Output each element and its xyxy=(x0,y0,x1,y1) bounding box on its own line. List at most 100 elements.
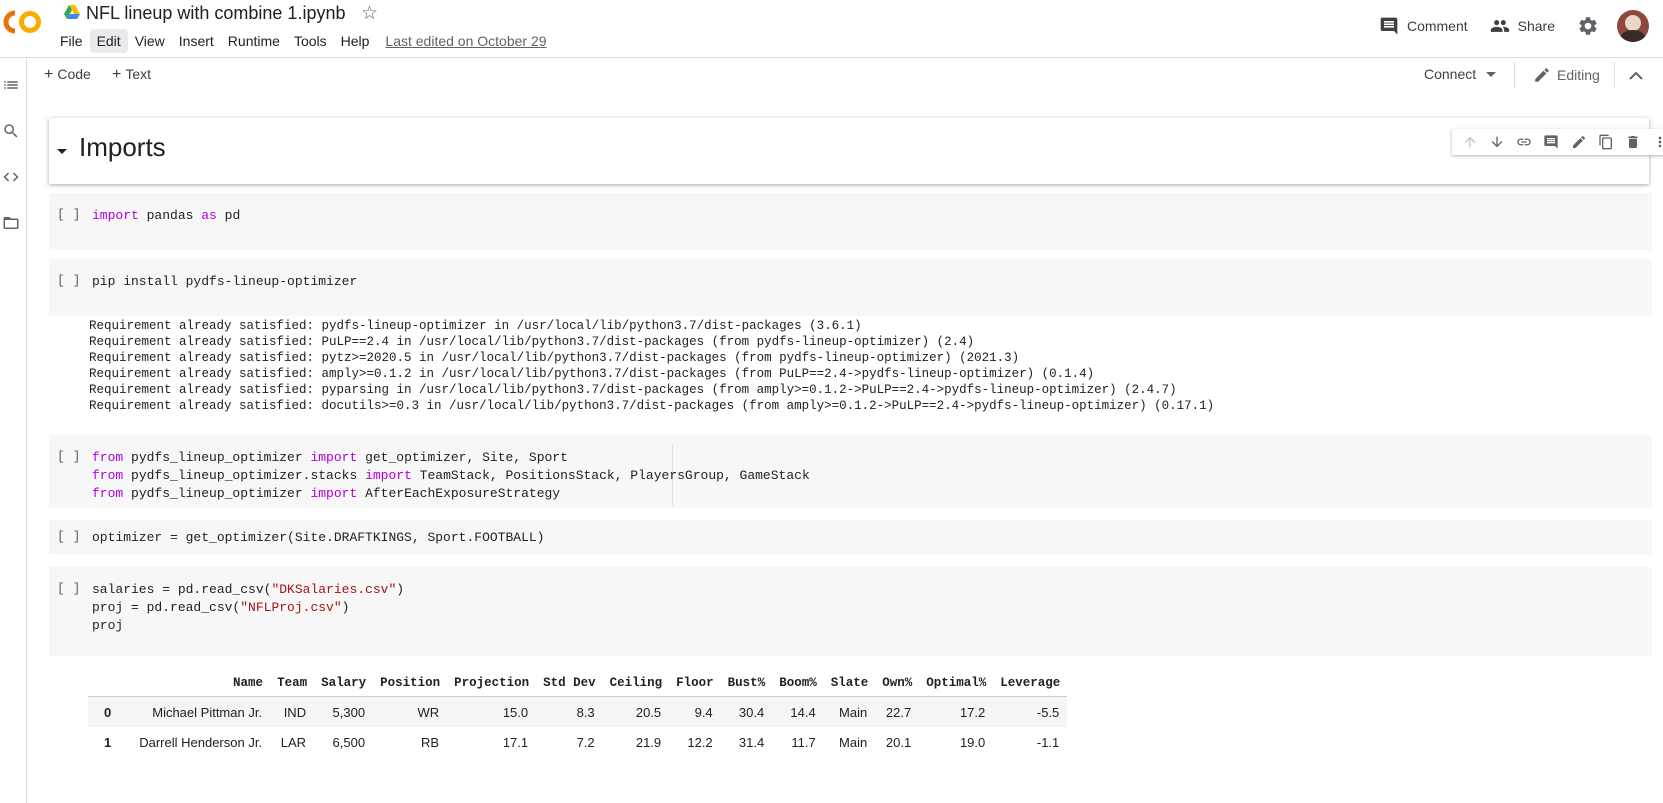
column-header: Floor xyxy=(669,669,721,697)
editing-label: Editing xyxy=(1557,67,1600,83)
run-cell-button[interactable]: [ ] xyxy=(57,581,80,596)
table-row: 1 Darrell Henderson Jr. LAR 6,500 RB 17.… xyxy=(88,727,1067,757)
column-header: Projection xyxy=(447,669,537,697)
last-edited-link[interactable]: Last edited on October 29 xyxy=(385,33,546,49)
code-editor[interactable]: pip install pydfs-lineup-optimizer xyxy=(92,273,357,291)
keyword: from xyxy=(92,450,124,465)
run-cell-button[interactable]: [ ] xyxy=(57,529,80,544)
menu-insert[interactable]: Insert xyxy=(172,29,221,53)
run-cell-button[interactable]: [ ] xyxy=(57,273,80,288)
share-button[interactable]: Share xyxy=(1490,16,1555,36)
output-line: Requirement already satisfied: amply>=0.… xyxy=(89,367,1095,381)
table-cell: RB xyxy=(421,734,440,750)
table-cell: 17.1 xyxy=(502,734,529,750)
folder-icon[interactable] xyxy=(2,214,20,232)
code-cell-2[interactable]: [ ] pip install pydfs-lineup-optimizer xyxy=(49,259,1652,316)
pencil-icon[interactable] xyxy=(1571,134,1587,150)
table-cell: 30.4 xyxy=(720,696,773,727)
column-header: Position xyxy=(373,669,448,697)
table-cell: 6,500 xyxy=(332,734,366,750)
code-editor[interactable]: optimizer = get_optimizer(Site.DRAFTKING… xyxy=(92,529,544,547)
add-text-button[interactable]: + Text xyxy=(112,66,151,84)
cell-toolbar xyxy=(1452,129,1663,155)
code-cell-3[interactable]: [ ] from pydfs_lineup_optimizer import g… xyxy=(49,435,1652,508)
menu-help[interactable]: Help xyxy=(334,29,377,53)
gear-icon[interactable] xyxy=(1577,15,1599,37)
star-icon[interactable]: ☆ xyxy=(361,2,378,25)
code-line: optimizer = get_optimizer(Site.DRAFTKING… xyxy=(92,530,545,545)
table-cell: Darrell Henderson Jr. xyxy=(139,734,263,750)
table-cell: WR xyxy=(373,696,448,727)
top-right-actions: Comment Share xyxy=(1379,10,1663,42)
column-header: Name xyxy=(131,669,271,697)
notebook-title[interactable]: NFL lineup with combine 1.ipynb xyxy=(86,3,345,24)
table-cell: 12.2 xyxy=(687,734,713,750)
keyword: from xyxy=(92,468,124,483)
comment-button[interactable]: Comment xyxy=(1379,16,1468,36)
notebook-content: Imports [ ] import pandas as pd [ ] pip … xyxy=(27,92,1663,803)
output-line: Requirement already satisfied: pytz>=202… xyxy=(89,351,1020,365)
plus-icon: + xyxy=(112,66,122,83)
column-header: Team xyxy=(270,669,315,697)
menu-edit[interactable]: Edit xyxy=(89,29,128,53)
table-cell: -5.5 xyxy=(993,696,1068,727)
keyword: from xyxy=(92,486,124,501)
menu-runtime[interactable]: Runtime xyxy=(221,29,287,53)
string-literal: "NFLProj.csv" xyxy=(240,600,342,615)
run-cell-button[interactable]: [ ] xyxy=(57,207,80,222)
code-editor[interactable]: import pandas as pd xyxy=(92,207,240,225)
table-cell: Main xyxy=(823,696,876,727)
table-cell: 15.0 xyxy=(447,696,537,727)
connect-button[interactable]: Connect xyxy=(1424,66,1497,82)
divider xyxy=(1614,62,1615,88)
table-cell: 8.3 xyxy=(536,696,603,727)
menu-bar: File Edit View Insert Runtime Tools Help… xyxy=(53,29,547,53)
table-cell: 21.9 xyxy=(635,734,662,750)
colab-logo-icon[interactable] xyxy=(2,6,46,38)
code-line: proj = pd.read_csv("NFLProj.csv") xyxy=(92,600,350,615)
avatar[interactable] xyxy=(1617,10,1649,42)
connect-label: Connect xyxy=(1424,66,1477,82)
output-line: Requirement already satisfied: pyparsing… xyxy=(89,383,1177,397)
menu-view[interactable]: View xyxy=(128,29,172,53)
column-header: Own% xyxy=(875,669,920,697)
row-index: 0 xyxy=(88,696,132,727)
table-cell: 9.4 xyxy=(669,696,721,727)
index-header xyxy=(88,669,132,697)
menu-file[interactable]: File xyxy=(53,29,90,53)
table-cell: 31.4 xyxy=(738,734,765,750)
copy-icon[interactable] xyxy=(1598,134,1614,150)
text-cell-imports[interactable]: Imports xyxy=(49,118,1663,184)
code-editor[interactable]: salaries = pd.read_csv("DKSalaries.csv")… xyxy=(92,581,404,635)
comment-icon[interactable] xyxy=(1543,134,1559,150)
cell-output: Requirement already satisfied: pydfs-lin… xyxy=(89,318,1214,414)
code-cell-4[interactable]: [ ] optimizer = get_optimizer(Site.DRAFT… xyxy=(49,520,1652,555)
move-up-icon[interactable] xyxy=(1462,134,1478,150)
table-cell: LAR xyxy=(280,734,307,750)
chevron-up-icon[interactable] xyxy=(1628,68,1644,84)
google-drive-icon[interactable] xyxy=(64,5,80,19)
run-cell-button[interactable]: [ ] xyxy=(57,449,80,464)
editing-mode-button[interactable]: Editing xyxy=(1533,66,1600,84)
link-icon[interactable] xyxy=(1516,134,1532,150)
row-index: 1 xyxy=(104,734,112,750)
share-people-icon xyxy=(1490,20,1509,32)
code-cell-1[interactable]: [ ] import pandas as pd xyxy=(49,193,1652,250)
collapse-section-icon[interactable] xyxy=(57,149,67,154)
more-options-icon[interactable] xyxy=(1652,134,1663,150)
code-editor[interactable]: from pydfs_lineup_optimizer import get_o… xyxy=(92,449,810,503)
code-line: proj xyxy=(92,618,124,633)
menu-tools[interactable]: Tools xyxy=(287,29,334,53)
column-header: Std Dev xyxy=(536,669,603,697)
add-code-button[interactable]: + Code xyxy=(44,66,91,84)
code-icon[interactable] xyxy=(2,168,20,186)
table-cell: 17.2 xyxy=(919,696,994,727)
search-icon[interactable] xyxy=(2,122,20,140)
share-label: Share xyxy=(1517,18,1555,34)
delete-icon[interactable] xyxy=(1625,134,1641,150)
keyword: import xyxy=(365,468,412,483)
move-down-icon[interactable] xyxy=(1489,134,1505,150)
table-cell: -1.1 xyxy=(1036,734,1060,750)
table-of-contents-icon[interactable] xyxy=(2,76,20,94)
code-cell-5[interactable]: [ ] salaries = pd.read_csv("DKSalaries.c… xyxy=(49,567,1652,656)
